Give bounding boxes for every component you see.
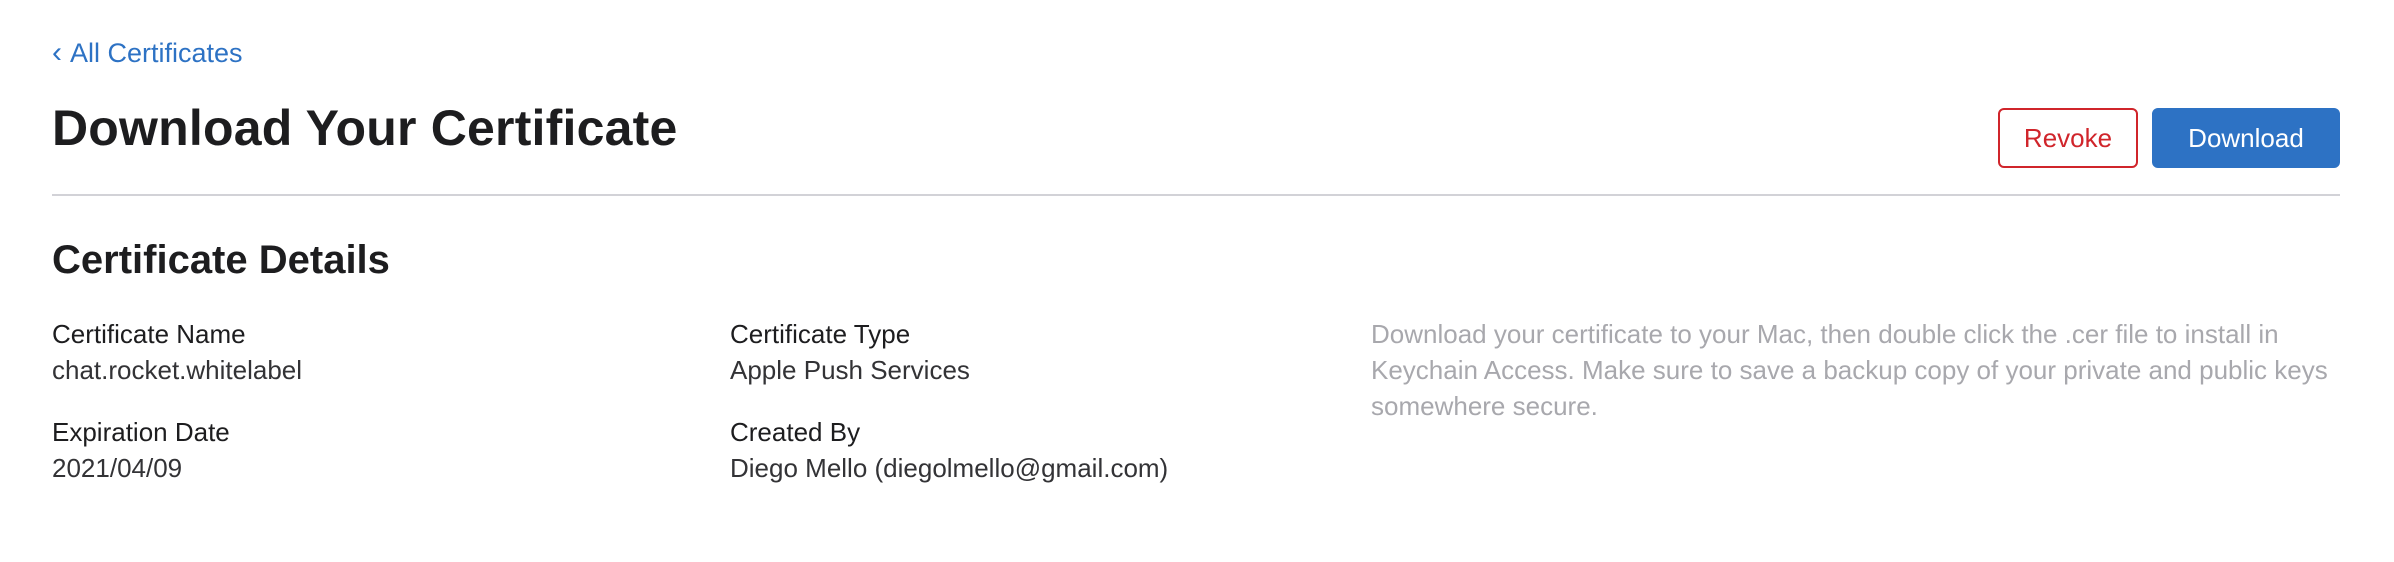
expiration-date-field: Expiration Date 2021/04/09 <box>52 414 230 486</box>
created-by-label: Created By <box>730 417 861 447</box>
certificate-name-label: Certificate Name <box>52 319 246 349</box>
certificate-type-label: Certificate Type <box>730 319 911 349</box>
header-divider <box>52 194 2340 196</box>
download-help-text: Download your certificate to your Mac, t… <box>1371 319 2328 421</box>
header-actions: Revoke Download <box>1998 108 2340 168</box>
section-title-certificate-details: Certificate Details <box>52 238 390 282</box>
certificate-name-value: chat.rocket.whitelabel <box>52 355 303 385</box>
revoke-button[interactable]: Revoke <box>1998 108 2138 168</box>
certificate-type-field: Certificate Type Apple Push Services <box>730 316 970 388</box>
certificate-name-field: Certificate Name chat.rocket.whitelabel <box>52 316 302 388</box>
certificate-type-value: Apple Push Services <box>730 355 970 385</box>
created-by-field: Created By Diego Mello (diegolmello@gmai… <box>730 414 1168 486</box>
back-link-all-certificates[interactable]: ‹ All Certificates <box>52 36 243 70</box>
back-link-label: All Certificates <box>70 38 243 68</box>
expiration-date-value: 2021/04/09 <box>52 453 183 483</box>
created-by-value: Diego Mello (diegolmello@gmail.com) <box>730 453 1169 483</box>
expiration-date-label: Expiration Date <box>52 417 230 447</box>
page-title: Download Your Certificate <box>52 100 678 156</box>
chevron-left-icon: ‹ <box>52 36 62 69</box>
download-button[interactable]: Download <box>2152 108 2340 168</box>
